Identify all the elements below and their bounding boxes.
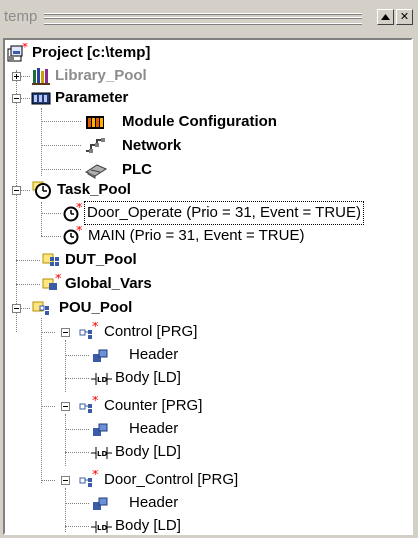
close-icon: ✕ (399, 10, 410, 23)
maximize-icon (381, 14, 390, 20)
tree-node-label: Header (129, 494, 179, 511)
svg-text:*: * (22, 43, 28, 54)
svg-text:*: * (76, 203, 83, 216)
tree-line (41, 213, 61, 215)
pou-pool-icon (31, 298, 53, 318)
svg-text:*: * (92, 470, 99, 483)
tree-line (41, 406, 55, 408)
task-icon: * (63, 203, 85, 223)
project-tree[interactable]: * Project [c:\temp] Library_Pool Paramet… (3, 38, 413, 535)
svg-text:LD: LD (97, 524, 107, 532)
tree-node-label: Header (129, 420, 179, 437)
tree-node-label: DUT_Pool (65, 251, 137, 268)
collapse-toggle[interactable] (12, 186, 21, 195)
tree-line (65, 452, 89, 454)
maximize-button[interactable] (377, 9, 394, 25)
tree-line (41, 480, 55, 482)
tree-line (16, 70, 18, 332)
tree-node-label: Network (122, 137, 182, 154)
tree-node-label: Door_Control [PRG] (104, 471, 239, 488)
tree-node-label: PLC (122, 161, 152, 178)
tree-line (65, 340, 67, 392)
titlebar-grip (44, 13, 362, 24)
close-button[interactable]: ✕ (396, 9, 413, 25)
tree-node-label: Library_Pool (55, 67, 147, 84)
clock-icon (31, 180, 53, 200)
tree-line (16, 284, 40, 286)
task-icon: * (63, 226, 85, 246)
tree-node-label: Header (129, 346, 179, 363)
plc-icon (85, 160, 107, 180)
svg-text:*: * (92, 396, 99, 409)
tree-line (65, 503, 89, 505)
window-title: temp (4, 8, 38, 25)
tree-line (41, 332, 55, 334)
collapse-toggle[interactable] (61, 476, 70, 485)
library-icon (31, 66, 53, 86)
svg-text:*: * (76, 226, 83, 239)
tree-node-label: Module Configuration (122, 113, 277, 130)
tree-node-label: MAIN (Prio = 31, Event = TRUE) (88, 227, 305, 244)
network-icon (85, 136, 107, 156)
project-icon: * (7, 43, 29, 63)
tree-node-label: Global_Vars (65, 275, 152, 292)
tree-line (41, 169, 81, 171)
svg-text:*: * (92, 322, 99, 335)
collapse-toggle[interactable] (61, 402, 70, 411)
expand-toggle[interactable] (12, 72, 21, 81)
module-icon (85, 112, 107, 132)
collapse-toggle[interactable] (12, 304, 21, 313)
tree-line (65, 526, 89, 528)
header-icon (91, 419, 113, 439)
collapse-toggle[interactable] (61, 328, 70, 337)
tree-node-label: Body [LD] (115, 517, 181, 534)
tree-line (41, 145, 81, 147)
svg-text:*: * (55, 274, 62, 287)
pou-icon: * (79, 322, 101, 342)
collapse-toggle[interactable] (12, 94, 21, 103)
tree-node-label: Project [c:\temp] (32, 44, 151, 61)
tree-line (41, 236, 61, 238)
parameter-icon (31, 88, 53, 108)
tree-line (65, 355, 89, 357)
tree-line (41, 318, 43, 483)
header-icon (91, 493, 113, 513)
dut-icon (41, 250, 63, 270)
tree-line (41, 202, 43, 236)
tree-line (65, 378, 89, 380)
tree-line (65, 429, 89, 431)
tree-line (41, 108, 43, 176)
ld-body-icon: LD (91, 516, 113, 533)
header-icon (91, 345, 113, 365)
tree-line (41, 121, 81, 123)
tree-node-label: Counter [PRG] (104, 397, 203, 414)
tree-node-label: Door_Operate (Prio = 31, Event = TRUE) (83, 201, 365, 225)
tree-node-label: Task_Pool (57, 181, 131, 198)
window-titlebar[interactable]: temp ✕ (0, 0, 418, 34)
tree-node-label: Control [PRG] (104, 323, 198, 340)
svg-text:LD: LD (97, 450, 107, 458)
tree-node-label: Parameter (55, 89, 129, 106)
tree-line (65, 414, 67, 466)
tree-node-label: Body [LD] (115, 443, 181, 460)
pou-icon: * (79, 470, 101, 490)
ld-body-icon: LD (91, 368, 113, 388)
tree-node-label: POU_Pool (59, 299, 133, 316)
global-vars-icon: * (41, 274, 63, 294)
svg-text:LD: LD (97, 376, 107, 384)
tree-line (16, 260, 40, 262)
ld-body-icon: LD (91, 442, 113, 462)
tree-node-label: Body [LD] (115, 369, 181, 386)
pou-icon: * (79, 396, 101, 416)
